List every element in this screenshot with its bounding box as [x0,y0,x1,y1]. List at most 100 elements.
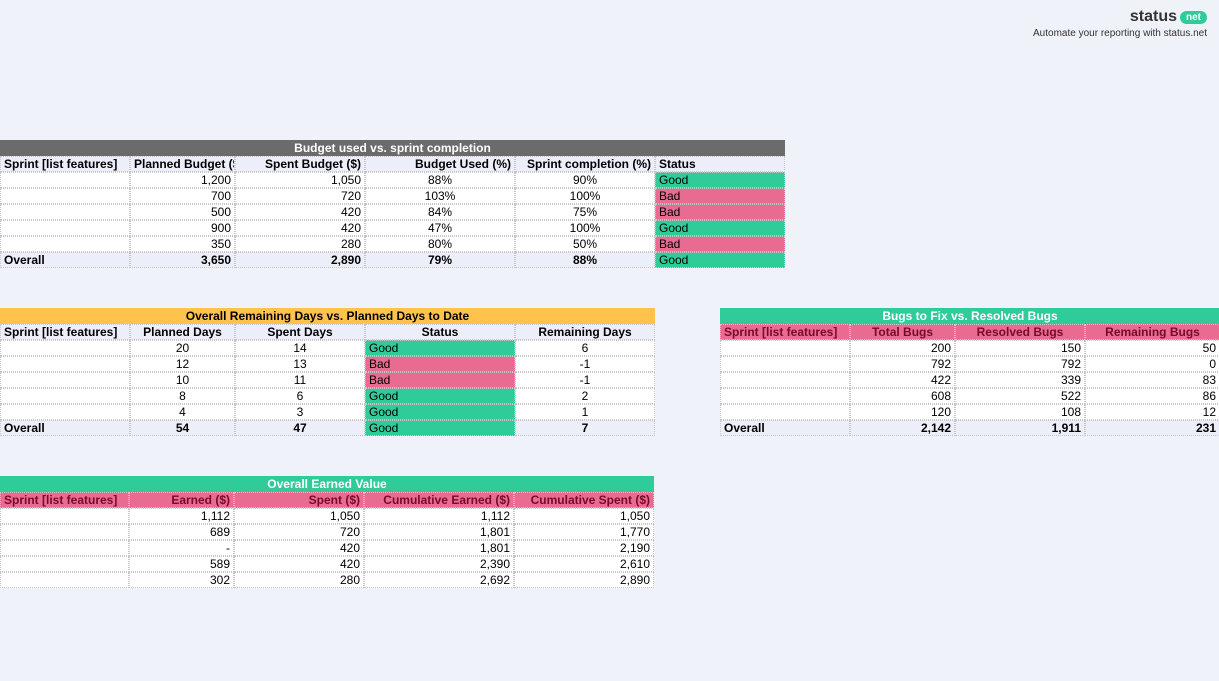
table-cell: 1,801 [364,524,514,540]
table-cell: - [129,540,234,556]
table-cell: 3 [235,404,365,420]
table-row [720,340,850,356]
table-cell: 589 [129,556,234,572]
table-cell: 420 [235,220,365,236]
table-cell: 689 [129,524,234,540]
status-badge: Good [655,220,785,236]
table-cell: 20 [130,340,235,356]
table-earned-value: Overall Earned Value Sprint [list featur… [0,476,1219,588]
col-header: Total Bugs [850,324,955,340]
table-cell: 720 [235,188,365,204]
table-cell: 86 [1085,388,1219,404]
status-badge: Bad [365,356,515,372]
table-title: Bugs to Fix vs. Resolved Bugs [720,308,1219,324]
table-row [0,556,129,572]
table-cell: -1 [515,356,655,372]
table-row [0,508,129,524]
table-cell: 280 [234,572,364,588]
table-cell: 50% [515,236,655,252]
status-badge: Good [365,420,515,436]
table-cell: 280 [235,236,365,252]
status-badge: Bad [655,236,785,252]
table-cell: 302 [129,572,234,588]
table-cell: 1,200 [130,172,235,188]
brand-badge: net [1180,11,1207,24]
table-cell: 522 [955,388,1085,404]
table-row [0,572,129,588]
table-cell: 422 [850,372,955,388]
col-header: Status [655,156,785,172]
col-header: Status [365,324,515,340]
table-cell: 2,890 [514,572,654,588]
status-badge: Good [365,340,515,356]
status-badge: Bad [365,372,515,388]
table-row [0,188,130,204]
col-header: Spent ($) [234,492,364,508]
table-cell: 339 [955,372,1085,388]
table-cell: 80% [365,236,515,252]
overall-cell: 7 [515,420,655,436]
overall-cell: 54 [130,420,235,436]
table-cell: 1,770 [514,524,654,540]
table-row [720,356,850,372]
col-header: Budget Used (%) [365,156,515,172]
col-header: Planned Budget ($) [130,156,235,172]
overall-cell: 47 [235,420,365,436]
table-row [0,372,130,388]
col-header: Spent Budget ($) [235,156,365,172]
table-budget-vs-completion: Budget used vs. sprint completion Sprint… [0,140,1219,268]
table-cell: 83 [1085,372,1219,388]
col-header: Resolved Bugs [955,324,1085,340]
table-title: Budget used vs. sprint completion [0,140,785,156]
overall-label: Overall [0,420,130,436]
table-cell: 900 [130,220,235,236]
brand-logo-area: status net Automate your reporting with … [1033,8,1207,39]
col-header: Sprint [list features] [0,324,130,340]
status-badge: Good [365,404,515,420]
table-cell: 100% [515,220,655,236]
table-cell: 700 [130,188,235,204]
status-badge: Good [365,388,515,404]
table-cell: 84% [365,204,515,220]
overall-cell: 79% [365,252,515,268]
table-cell: 88% [365,172,515,188]
table-cell: 14 [235,340,365,356]
table-cell: -1 [515,372,655,388]
col-header: Remaining Bugs [1085,324,1219,340]
table-cell: 12 [1085,404,1219,420]
col-header: Sprint completion (%) [515,156,655,172]
col-header: Spent Days [235,324,365,340]
overall-cell: 3,650 [130,252,235,268]
table-cell: 420 [235,204,365,220]
table-cell: 1 [515,404,655,420]
col-header: Remaining Days [515,324,655,340]
table-cell: 11 [235,372,365,388]
table-row [0,524,129,540]
status-badge: Bad [655,188,785,204]
table-cell: 1,801 [364,540,514,556]
table-cell: 2,692 [364,572,514,588]
table-cell: 2,610 [514,556,654,572]
overall-cell: 88% [515,252,655,268]
table-cell: 4 [130,404,235,420]
table-cell: 50 [1085,340,1219,356]
overall-cell: 1,911 [955,420,1085,436]
table-cell: 0 [1085,356,1219,372]
table-cell: 150 [955,340,1085,356]
overall-label: Overall [720,420,850,436]
col-header: Sprint [list features] [0,156,130,172]
table-cell: 103% [365,188,515,204]
table-cell: 1,112 [364,508,514,524]
table-cell: 1,050 [235,172,365,188]
table-bugs: Bugs to Fix vs. Resolved Bugs Sprint [li… [720,308,1219,436]
overall-label: Overall [0,252,130,268]
overall-cell: 2,890 [235,252,365,268]
table-cell: 350 [130,236,235,252]
table-row [0,356,130,372]
table-cell: 1,050 [234,508,364,524]
table-cell: 608 [850,388,955,404]
status-badge: Bad [655,204,785,220]
table-row [0,340,130,356]
table-cell: 75% [515,204,655,220]
table-cell: 90% [515,172,655,188]
